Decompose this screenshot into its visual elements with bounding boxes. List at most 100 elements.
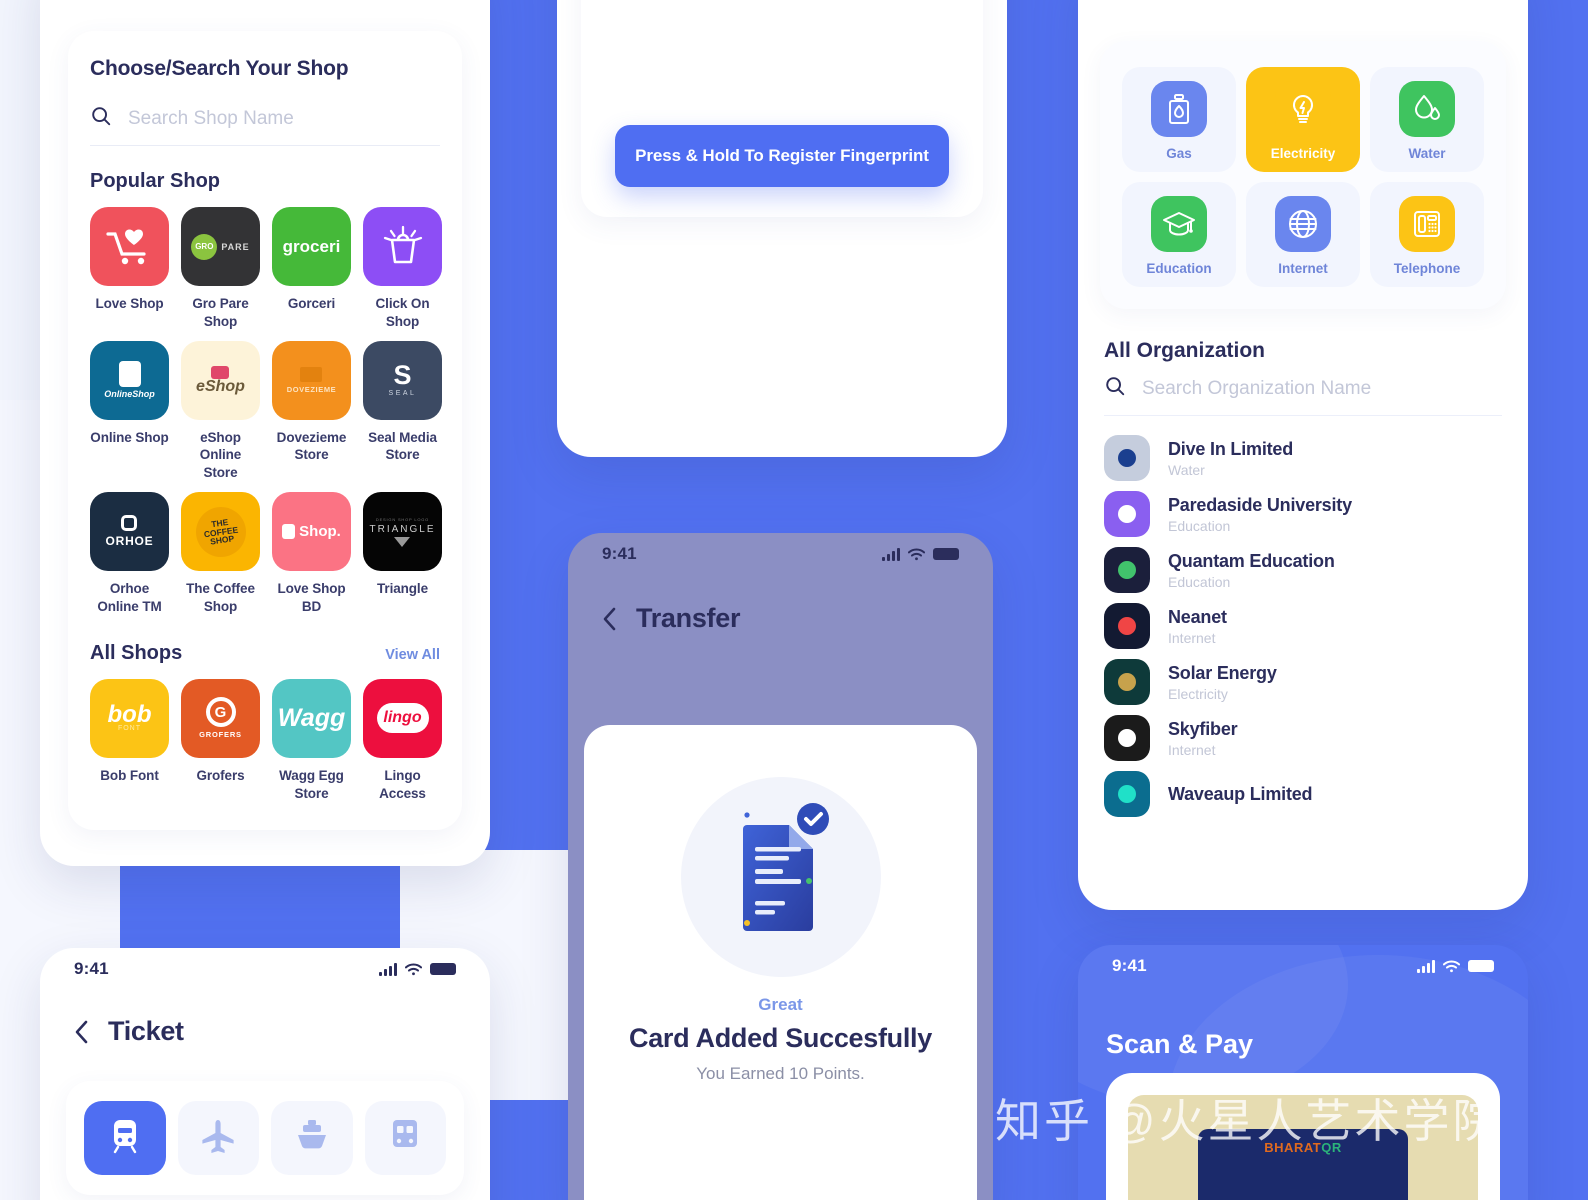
status-time: 9:41 <box>74 959 109 978</box>
shop-logo-icon: ORHOE <box>90 492 169 572</box>
wifi-icon <box>405 963 422 976</box>
shop-search-row[interactable]: Search Shop Name <box>90 91 440 146</box>
scan-pay-screen: 9:41 Scan & Pay BHARATQR <box>1078 945 1528 1200</box>
shop-tile[interactable]: lingo Lingo Access <box>363 678 442 803</box>
organization-category: Water <box>1168 461 1205 478</box>
organization-logo-icon <box>1104 771 1150 817</box>
organization-list-item[interactable]: Solar Energy Electricity <box>1078 654 1528 710</box>
shop-logo-icon: lingo <box>363 678 442 758</box>
shop-logo-icon: DOVEZIEME <box>272 340 351 420</box>
shop-tile[interactable]: groceri Gorceri <box>272 207 351 331</box>
ticket-mode-bus[interactable] <box>364 1101 446 1175</box>
shop-tile-label: Gro Pare Shop <box>192 296 249 329</box>
shop-tile[interactable]: Wagg Wagg Egg Store <box>272 678 351 803</box>
shop-tile[interactable]: DESIGN SHOP LOGO TRIANGLE Triangle <box>363 492 442 616</box>
shop-tile[interactable]: GRO PARE Gro Pare Shop <box>181 207 260 331</box>
shop-tile[interactable]: OnlineShop Online Shop <box>90 340 169 482</box>
ticket-navbar: Ticket <box>40 990 490 1047</box>
shop-tile-label: Grofers <box>196 767 245 783</box>
shop-logo-icon: THE COFFEE SHOP <box>181 492 260 572</box>
shop-tile-label: Lingo Access <box>379 767 426 801</box>
shop-tile[interactable]: G GROFERS Grofers <box>181 678 260 803</box>
all-shops-grid: bob FONT Bob Font G GROFERS Grofers Wagg W… <box>90 678 442 803</box>
shop-tile-label: Love Shop <box>95 296 164 311</box>
bill-category-label: Telephone <box>1393 261 1461 276</box>
back-arrow-icon[interactable] <box>74 1020 88 1044</box>
battery-icon <box>1468 960 1494 972</box>
bulb-icon <box>1275 81 1331 137</box>
organization-text: Waveaup Limited <box>1168 783 1313 806</box>
shop-tile-label: Seal Media Store <box>368 429 437 463</box>
telephone-icon <box>1399 196 1455 252</box>
shop-logo-icon: GRO PARE <box>181 207 260 286</box>
shop-search-card: Choose/Search Your Shop Search Shop Name… <box>68 31 462 831</box>
organization-list-item[interactable]: Waveaup Limited <box>1078 766 1528 822</box>
points-earned-text: You Earned 10 Points. <box>696 1064 865 1083</box>
shop-tile[interactable]: S SEAL Seal Media Store <box>363 340 442 482</box>
shop-logo-icon: S SEAL <box>363 340 442 420</box>
bill-category-label: Electricity <box>1270 146 1336 161</box>
all-organization-heading: All Organization <box>1104 339 1266 362</box>
shop-tile-label: eShop Online Store <box>199 429 242 481</box>
back-arrow-icon[interactable] <box>602 607 616 631</box>
shop-tile-label: Gorceri <box>287 296 336 311</box>
shop-search-input[interactable]: Search Shop Name <box>128 108 294 130</box>
page-title: Transfer <box>636 603 741 633</box>
organization-category: Education <box>1168 517 1231 534</box>
organization-name: Dive In Limited <box>1168 439 1294 460</box>
shop-tile[interactable]: DOVEZIEME Dovezieme Store <box>272 340 351 482</box>
organization-list-item[interactable]: Paredaside University Education <box>1078 486 1528 542</box>
all-shops-heading: All Shops <box>90 641 183 664</box>
bill-category-education[interactable]: Education <box>1122 182 1236 287</box>
qr-code-box[interactable]: BHARATQR <box>1198 1129 1408 1200</box>
shop-tile-label: Love Shop BD <box>277 581 346 614</box>
shop-tile-label: Triangle <box>377 581 428 597</box>
popular-shop-heading: Popular Shop <box>90 170 220 192</box>
shop-tile[interactable]: Click On Shop <box>363 207 442 331</box>
bill-category-gas[interactable]: Gas <box>1122 67 1236 172</box>
qr-brand-text: BHARAT <box>1264 1140 1322 1155</box>
view-all-link[interactable]: View All <box>385 647 440 663</box>
shop-tile-label: Bob Font <box>100 767 159 783</box>
shop-tile[interactable]: bob FONT Bob Font <box>90 678 169 803</box>
shop-tile-label: Wagg Egg Store <box>279 767 344 801</box>
bill-category-telephone[interactable]: Telephone <box>1370 182 1484 287</box>
qr-sheet: BHARATQR <box>1106 1073 1500 1200</box>
status-icons <box>379 962 456 976</box>
register-fingerprint-button[interactable]: Press & Hold To Register Fingerprint <box>615 125 949 187</box>
shop-logo-icon: bob FONT <box>90 678 169 758</box>
organization-text: Solar Energy Electricity <box>1168 662 1277 702</box>
organization-search-input[interactable]: Search Organization Name <box>1142 378 1371 400</box>
bill-category-internet[interactable]: Internet <box>1246 182 1360 287</box>
water-drop-icon <box>1399 81 1455 137</box>
organization-logo-icon <box>1104 603 1150 649</box>
organization-search-row[interactable]: Search Organization Name <box>1104 375 1502 416</box>
graduation-cap-icon <box>1151 196 1207 252</box>
signal-icon <box>379 962 397 976</box>
battery-icon <box>430 963 456 975</box>
shop-tile[interactable]: eShop eShop Online Store <box>181 340 260 482</box>
organization-text: Dive In Limited Water <box>1168 438 1293 478</box>
ticket-mode-ship[interactable] <box>271 1101 353 1175</box>
bill-category-electricity[interactable]: Electricity <box>1246 67 1360 172</box>
document-illustration <box>680 777 881 977</box>
page-title: Ticket <box>108 1016 184 1046</box>
organization-list-item[interactable]: Quantam Education Education <box>1078 542 1528 598</box>
document-check-icon <box>742 803 829 931</box>
organization-name: Paredaside University <box>1168 495 1352 516</box>
bill-pay-screen: Bill Pay Gas Electricity Water Education… <box>1078 0 1528 910</box>
shop-tile-label: Dovezieme Store <box>276 429 347 463</box>
organization-list-item[interactable]: Skyfiber Internet <box>1078 710 1528 766</box>
ticket-mode-train[interactable] <box>84 1101 166 1175</box>
bill-category-water[interactable]: Water <box>1370 67 1484 172</box>
fingerprint-screen: Press & Hold To Register Fingerprint <box>557 0 1007 457</box>
organization-list-item[interactable]: Neanet Internet <box>1078 598 1528 654</box>
organization-list-item[interactable]: Dive In Limited Water <box>1078 430 1528 486</box>
shop-tile[interactable]: Love Shop <box>90 207 169 331</box>
ticket-screen: 9:41 Ticket <box>40 948 490 1200</box>
shop-tile[interactable]: Shop. Love Shop BD <box>272 492 351 616</box>
shop-tile[interactable]: THE COFFEE SHOP The Coffee Shop <box>181 492 260 616</box>
ticket-mode-plane[interactable] <box>177 1101 259 1175</box>
organization-name: Quantam Education <box>1168 551 1335 572</box>
shop-tile[interactable]: ORHOE Orhoe Online TM <box>90 492 169 616</box>
